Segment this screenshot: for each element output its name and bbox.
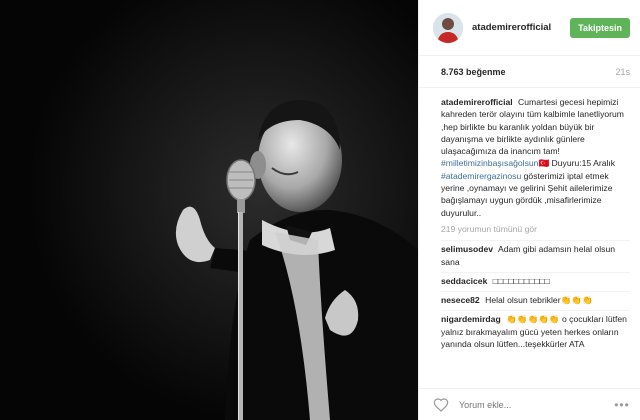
flag-emoji: 🇹🇷 xyxy=(538,158,550,169)
post-caption: atademirerofficial Cumartesi gecesi hepi… xyxy=(441,96,630,219)
more-options-icon[interactable]: ••• xyxy=(614,398,630,412)
comment-text: Helal olsun tebrikler👏👏👏 xyxy=(485,295,593,306)
like-count[interactable]: 8.763 beğenme xyxy=(441,67,506,77)
comment-text: □□□□□□□□□□□ xyxy=(492,275,550,286)
post-stats: 8.763 beğenme 21s xyxy=(419,56,640,88)
singer-photo-illustration xyxy=(0,0,418,420)
post-timestamp[interactable]: 21s xyxy=(615,67,630,77)
comment-username[interactable]: nigardemirdag xyxy=(441,314,501,324)
post-sidebar: atademirerofficial Takiptesin 8.763 beğe… xyxy=(418,0,640,420)
comment: selimusodev Adam gibi adamsın helal olsu… xyxy=(441,240,630,272)
instagram-post: atademirerofficial Takiptesin 8.763 beğe… xyxy=(0,0,640,420)
comment-username[interactable]: nesece82 xyxy=(441,295,480,305)
comment-username[interactable]: selimusodev xyxy=(441,244,493,254)
comment: nigardemirdag 👏👏👏👏👏 o çocukları lütfen y… xyxy=(441,310,630,354)
comment: seddacicek □□□□□□□□□□□ xyxy=(441,271,630,291)
avatar[interactable] xyxy=(433,12,463,43)
follow-button[interactable]: Takiptesin xyxy=(570,17,630,38)
post-username[interactable]: atademirerofficial xyxy=(472,22,570,33)
hashtag-link[interactable]: #milletimizinbaşısağolsun xyxy=(441,158,538,168)
view-all-comments-link[interactable]: 219 yorumun tümünü gör xyxy=(441,223,630,235)
comment-input[interactable] xyxy=(459,399,614,410)
caption-text: Duyuru:15 Aralık xyxy=(549,158,616,169)
add-comment-bar: ••• xyxy=(419,388,640,420)
comment: nesece82 Helal olsun tebrikler👏👏👏 xyxy=(441,291,630,310)
post-header: atademirerofficial Takiptesin xyxy=(419,0,640,56)
comments-section: atademirerofficial Cumartesi gecesi hepi… xyxy=(419,88,640,388)
heart-icon[interactable] xyxy=(433,397,449,413)
avatar-image-icon xyxy=(433,12,463,43)
hashtag-link[interactable]: #atademirergazinosu xyxy=(441,171,521,181)
comment-username[interactable]: seddacicek xyxy=(441,276,487,286)
caption-username[interactable]: atademirerofficial xyxy=(441,97,513,107)
post-photo[interactable] xyxy=(0,0,418,420)
